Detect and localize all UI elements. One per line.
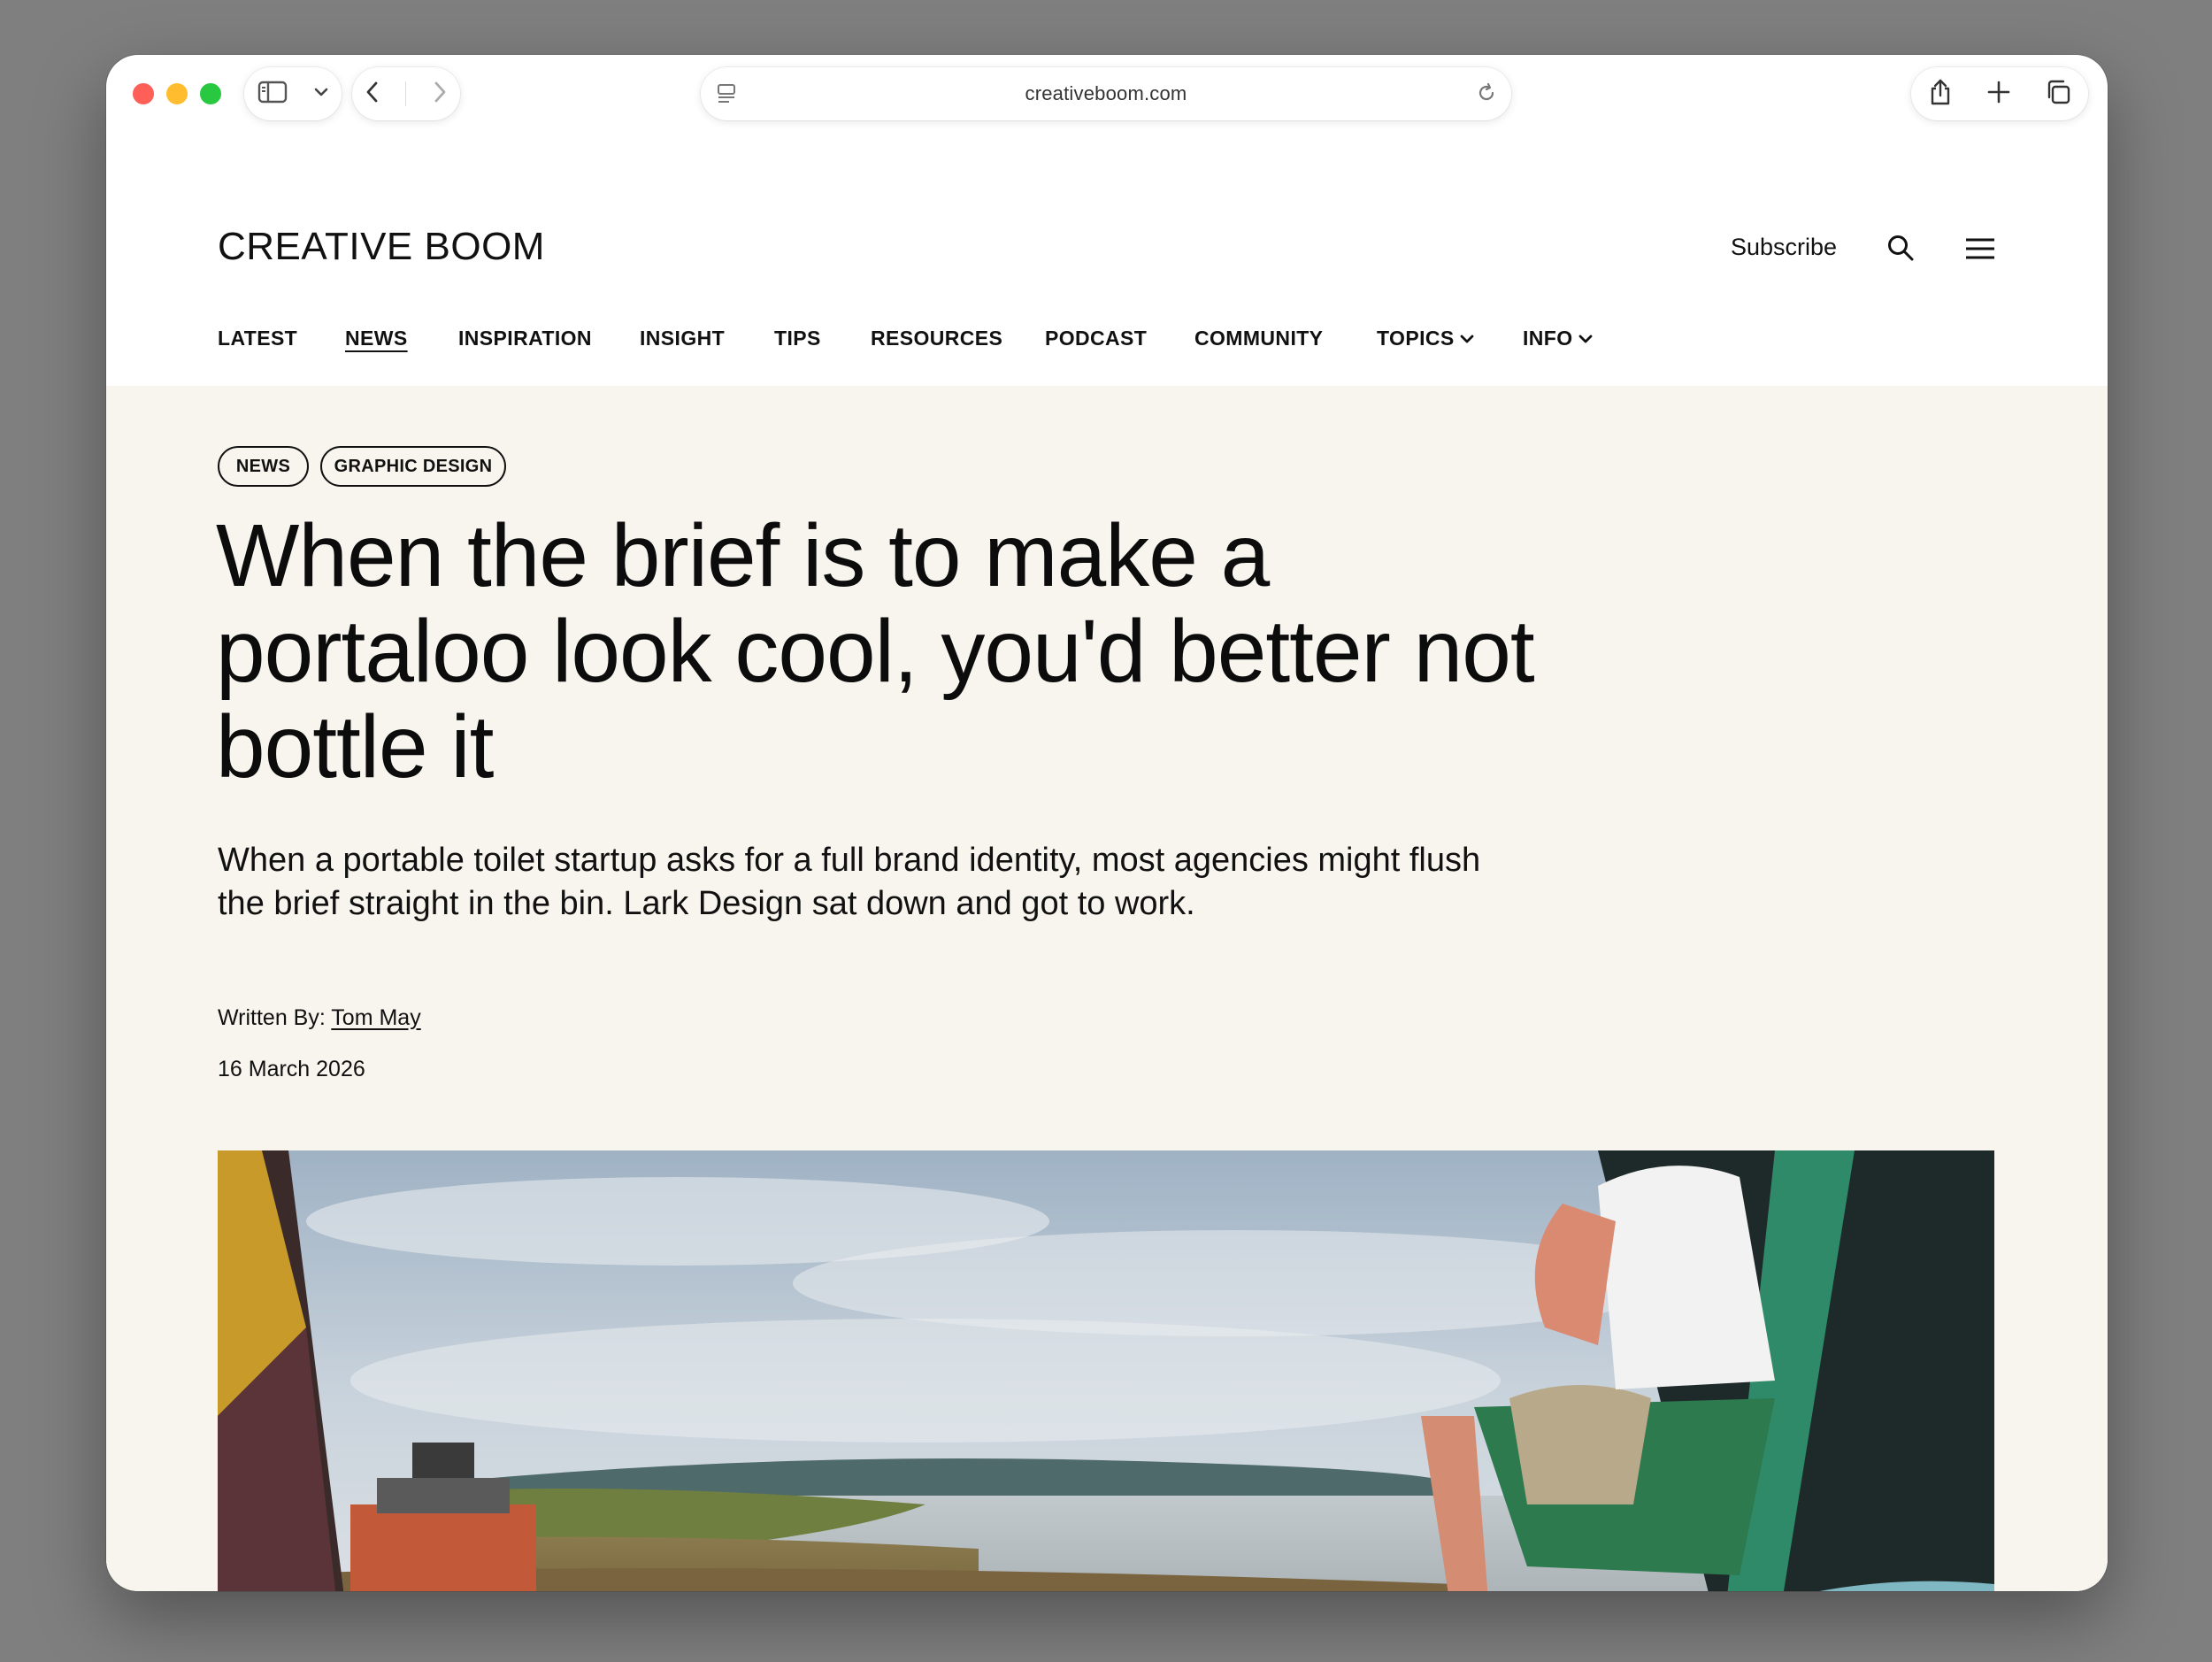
share-icon[interactable] [1928, 78, 1953, 111]
tab-overview-icon[interactable] [2045, 79, 2071, 110]
forward-arrow-icon[interactable] [432, 80, 448, 109]
nav-item-resources[interactable]: RESOURCES [871, 327, 1002, 350]
nav-item-info[interactable]: INFO [1523, 327, 1593, 350]
article: NEWS GRAPHIC DESIGN When the brief is to… [106, 386, 2108, 1591]
nav-item-label: LATEST [218, 327, 298, 350]
nav-item-label: COMMUNITY [1194, 327, 1324, 350]
nav-item-podcast[interactable]: PODCAST [1045, 327, 1147, 350]
new-tab-icon[interactable] [1987, 81, 2010, 108]
nav-item-topics[interactable]: TOPICS [1377, 327, 1474, 350]
article-standfirst: When a portable toilet startup asks for … [218, 842, 1481, 922]
reload-icon[interactable] [1476, 82, 1497, 108]
nav-item-label: INSPIRATION [458, 327, 592, 350]
divider [405, 81, 407, 106]
nav-item-label: TOPICS [1377, 327, 1455, 350]
tag-graphic-design[interactable]: GRAPHIC DESIGN [320, 446, 506, 487]
nav-item-label: PODCAST [1045, 327, 1148, 350]
nav-item-label: NEWS [345, 327, 408, 350]
hamburger-menu-icon[interactable] [1964, 237, 1996, 265]
close-window-button[interactable] [133, 83, 154, 104]
minimize-window-button[interactable] [166, 83, 188, 104]
publish-date: 16 March 2026 [218, 1057, 365, 1081]
tag-news[interactable]: NEWS [218, 446, 309, 487]
chevron-down-icon[interactable] [313, 86, 329, 102]
nav-item-label: TIPS [774, 327, 821, 350]
history-nav-group [352, 67, 460, 120]
address-bar[interactable]: creativeboom.com [701, 67, 1511, 120]
browser-window: creativeboom.com CREATIVE BOOM Subscribe [106, 55, 2108, 1591]
sidebar-icon[interactable] [257, 81, 288, 108]
back-arrow-icon[interactable] [365, 80, 380, 109]
article-headline: When the brief is to make a portaloo loo… [216, 506, 1535, 796]
url-text: creativeboom.com [1025, 82, 1187, 104]
nav-item-label: RESOURCES [871, 327, 1003, 350]
byline: Written By: Tom May [218, 1005, 421, 1031]
zoom-window-button[interactable] [200, 83, 221, 104]
nav-item-label: INSIGHT [640, 327, 726, 350]
author-link[interactable]: Tom May [331, 1005, 420, 1030]
chevron-down-icon [1460, 335, 1474, 342]
nav-item-tips[interactable]: TIPS [774, 327, 821, 350]
window-actions-group [1911, 67, 2088, 120]
nav-item-label: INFO [1523, 327, 1573, 350]
nav-item-news[interactable]: NEWS [345, 327, 408, 350]
subscribe-link[interactable]: Subscribe [1731, 234, 1837, 261]
nav-item-latest[interactable]: LATEST [218, 327, 297, 350]
main-nav: LATEST NEWS INSPIRATION INSIGHT TIPS RES… [106, 327, 2108, 362]
sidebar-toggle-group [244, 67, 342, 120]
nav-item-insight[interactable]: INSIGHT [640, 327, 725, 350]
site-logo[interactable]: CREATIVE BOOM [218, 225, 545, 269]
page-menu-icon[interactable] [717, 83, 736, 109]
site-header: CREATIVE BOOM Subscribe LATEST NEWS INSP… [106, 152, 2108, 386]
chevron-down-icon [1578, 335, 1592, 342]
byline-prefix: Written By: [218, 1005, 326, 1030]
nav-item-inspiration[interactable]: INSPIRATION [458, 327, 592, 350]
hero-image [218, 1150, 1994, 1591]
browser-toolbar: creativeboom.com [106, 55, 2108, 152]
search-icon[interactable] [1886, 234, 1915, 266]
nav-item-community[interactable]: COMMUNITY [1194, 327, 1323, 350]
